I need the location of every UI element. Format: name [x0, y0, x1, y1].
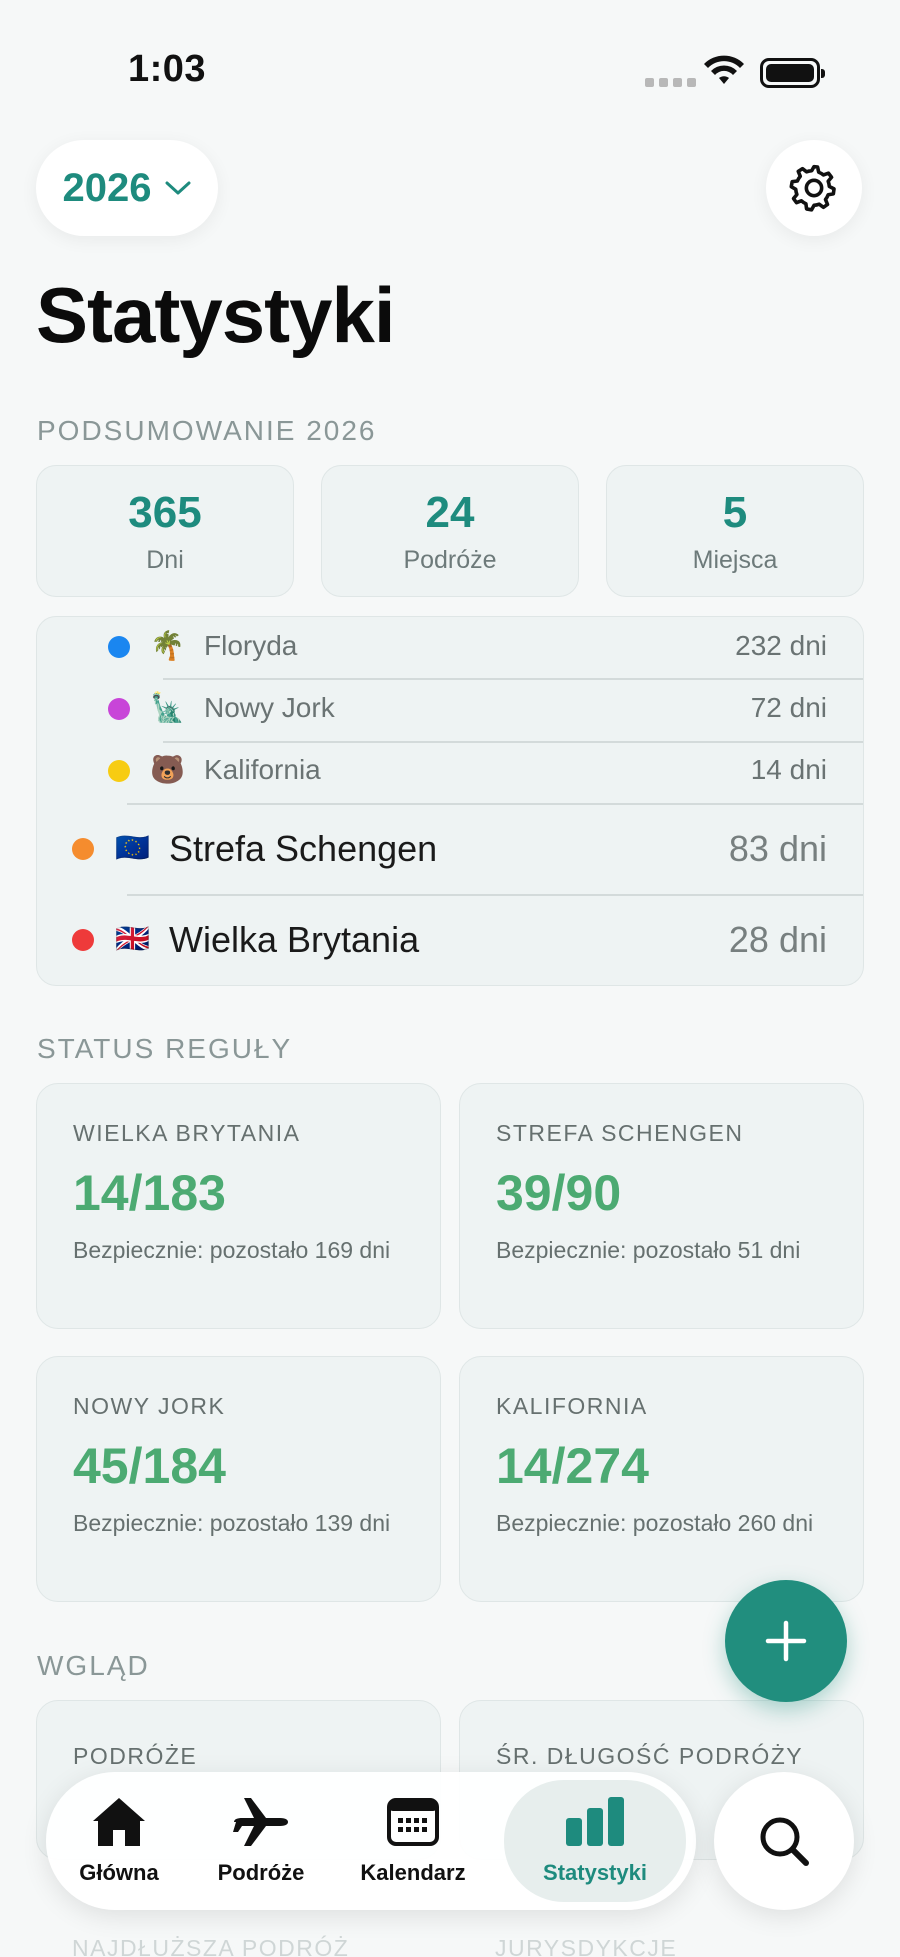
insight-label-longest-trip: NAJDŁUŻSZA PODRÓŻ [72, 1935, 350, 1957]
plus-icon [765, 1620, 807, 1662]
place-name: Nowy Jork [204, 692, 335, 723]
summary-label: Dni [146, 546, 184, 574]
rule-value: 39/90 [496, 1165, 622, 1221]
rule-status-text: Bezpiecznie: pozostało 169 dni [73, 1237, 391, 1263]
palm-tree-icon: 🌴 [150, 630, 185, 661]
place-color-dot [108, 698, 130, 720]
rule-status-text: Bezpiecznie: pozostało 139 dni [73, 1510, 391, 1536]
search-button[interactable] [714, 1772, 854, 1910]
tab-label: Statystyki [543, 1860, 647, 1885]
place-name: Wielka Brytania [169, 919, 420, 960]
insight-label-jurisdictions: JURYSDYKCJE [495, 1935, 678, 1957]
place-color-dot [108, 760, 130, 782]
status-time: 1:03 [128, 48, 207, 90]
place-row-schengen[interactable]: 🇪🇺 Strefa Schengen 83 dni [37, 804, 863, 894]
summary-days: 365 Dni [36, 465, 294, 597]
place-row-california[interactable]: 🐻 Kalifornia 14 dni [37, 741, 863, 803]
settings-button[interactable] [766, 140, 862, 236]
place-color-dot [108, 636, 130, 658]
add-trip-button[interactable] [725, 1580, 847, 1702]
page-title: Statystyki [36, 271, 396, 359]
place-name: Kalifornia [204, 754, 321, 785]
rule-status-text: Bezpiecznie: pozostało 260 dni [496, 1510, 814, 1536]
summary-places: 5 Miejsca [606, 465, 864, 597]
place-days: 83 dni [728, 828, 827, 869]
rule-card-uk[interactable]: WIELKA BRYTANIA 14/183 Bezpiecznie: pozo… [36, 1083, 441, 1329]
chart-icon [566, 1797, 624, 1846]
summary-value: 365 [128, 488, 202, 537]
summary-label: Miejsca [692, 546, 778, 574]
battery-icon [760, 58, 825, 88]
tab-trips[interactable]: Podróże [194, 1772, 328, 1910]
rule-value: 45/184 [73, 1438, 226, 1494]
place-days: 232 dni [735, 630, 827, 661]
statue-of-liberty-icon: 🗽 [150, 692, 185, 723]
calendar-icon [387, 1798, 439, 1846]
summary-value: 24 [425, 488, 475, 537]
rule-card-new-york[interactable]: NOWY JORK 45/184 Bezpiecznie: pozostało … [36, 1356, 441, 1602]
rules-section-label: STATUS REGUŁY [37, 1033, 293, 1064]
tab-statistics[interactable]: Statystyki [504, 1780, 686, 1902]
tab-home[interactable]: Główna [54, 1772, 184, 1910]
wifi-icon [704, 55, 744, 84]
summary-trips: 24 Podróże [321, 465, 579, 597]
tab-calendar[interactable]: Kalendarz [338, 1772, 488, 1910]
insight-label: ŚR. DŁUGOŚĆ PODRÓŻY [496, 1743, 804, 1769]
place-row-new-york[interactable]: 🗽 Nowy Jork 72 dni [37, 679, 863, 741]
eu-flag-icon: 🇪🇺 [115, 832, 150, 863]
uk-flag-icon: 🇬🇧 [115, 923, 150, 954]
rule-label: WIELKA BRYTANIA [73, 1120, 301, 1146]
places-list: 🌴 Floryda 232 dni 🗽 Nowy Jork 72 dni 🐻 K… [36, 616, 864, 986]
rule-status-text: Bezpiecznie: pozostało 51 dni [496, 1237, 801, 1263]
place-days: 28 dni [728, 919, 827, 960]
airplane-icon [233, 1798, 288, 1846]
tab-label: Kalendarz [360, 1860, 466, 1885]
insight-label: PODRÓŻE [73, 1743, 198, 1769]
tab-label: Główna [79, 1860, 159, 1885]
summary-section-label: PODSUMOWANIE 2026 [37, 415, 377, 446]
place-name: Floryda [204, 630, 298, 661]
summary-label: Podróże [403, 546, 497, 574]
rule-card-schengen[interactable]: STREFA SCHENGEN 39/90 Bezpiecznie: pozos… [459, 1083, 864, 1329]
summary-value: 5 [722, 488, 748, 537]
rule-card-california[interactable]: KALIFORNIA 14/274 Bezpiecznie: pozostało… [459, 1356, 864, 1602]
insights-section-label: WGLĄD [37, 1650, 150, 1681]
place-name: Strefa Schengen [169, 828, 438, 869]
chevron-down-icon [165, 181, 191, 195]
search-icon [760, 1817, 809, 1866]
place-days: 14 dni [750, 754, 827, 785]
place-row-florida[interactable]: 🌴 Floryda 232 dni [37, 617, 863, 679]
place-row-uk[interactable]: 🇬🇧 Wielka Brytania 28 dni [37, 895, 863, 985]
house-icon [93, 1798, 145, 1846]
year-selector[interactable]: 2026 [36, 140, 218, 236]
signal-icon [645, 78, 696, 87]
rule-label: KALIFORNIA [496, 1393, 648, 1419]
year-label: 2026 [62, 165, 152, 210]
tab-bar: Główna Podróże Kalendarz Statystyki [46, 1772, 696, 1910]
bear-icon: 🐻 [150, 754, 185, 785]
rule-label: NOWY JORK [73, 1393, 226, 1419]
rule-value: 14/274 [496, 1438, 649, 1494]
rule-value: 14/183 [73, 1165, 226, 1221]
place-color-dot [72, 929, 94, 951]
rule-label: STREFA SCHENGEN [496, 1120, 744, 1146]
tab-label: Podróże [217, 1860, 305, 1885]
place-color-dot [72, 838, 94, 860]
place-days: 72 dni [750, 692, 827, 723]
gear-icon [789, 164, 836, 212]
